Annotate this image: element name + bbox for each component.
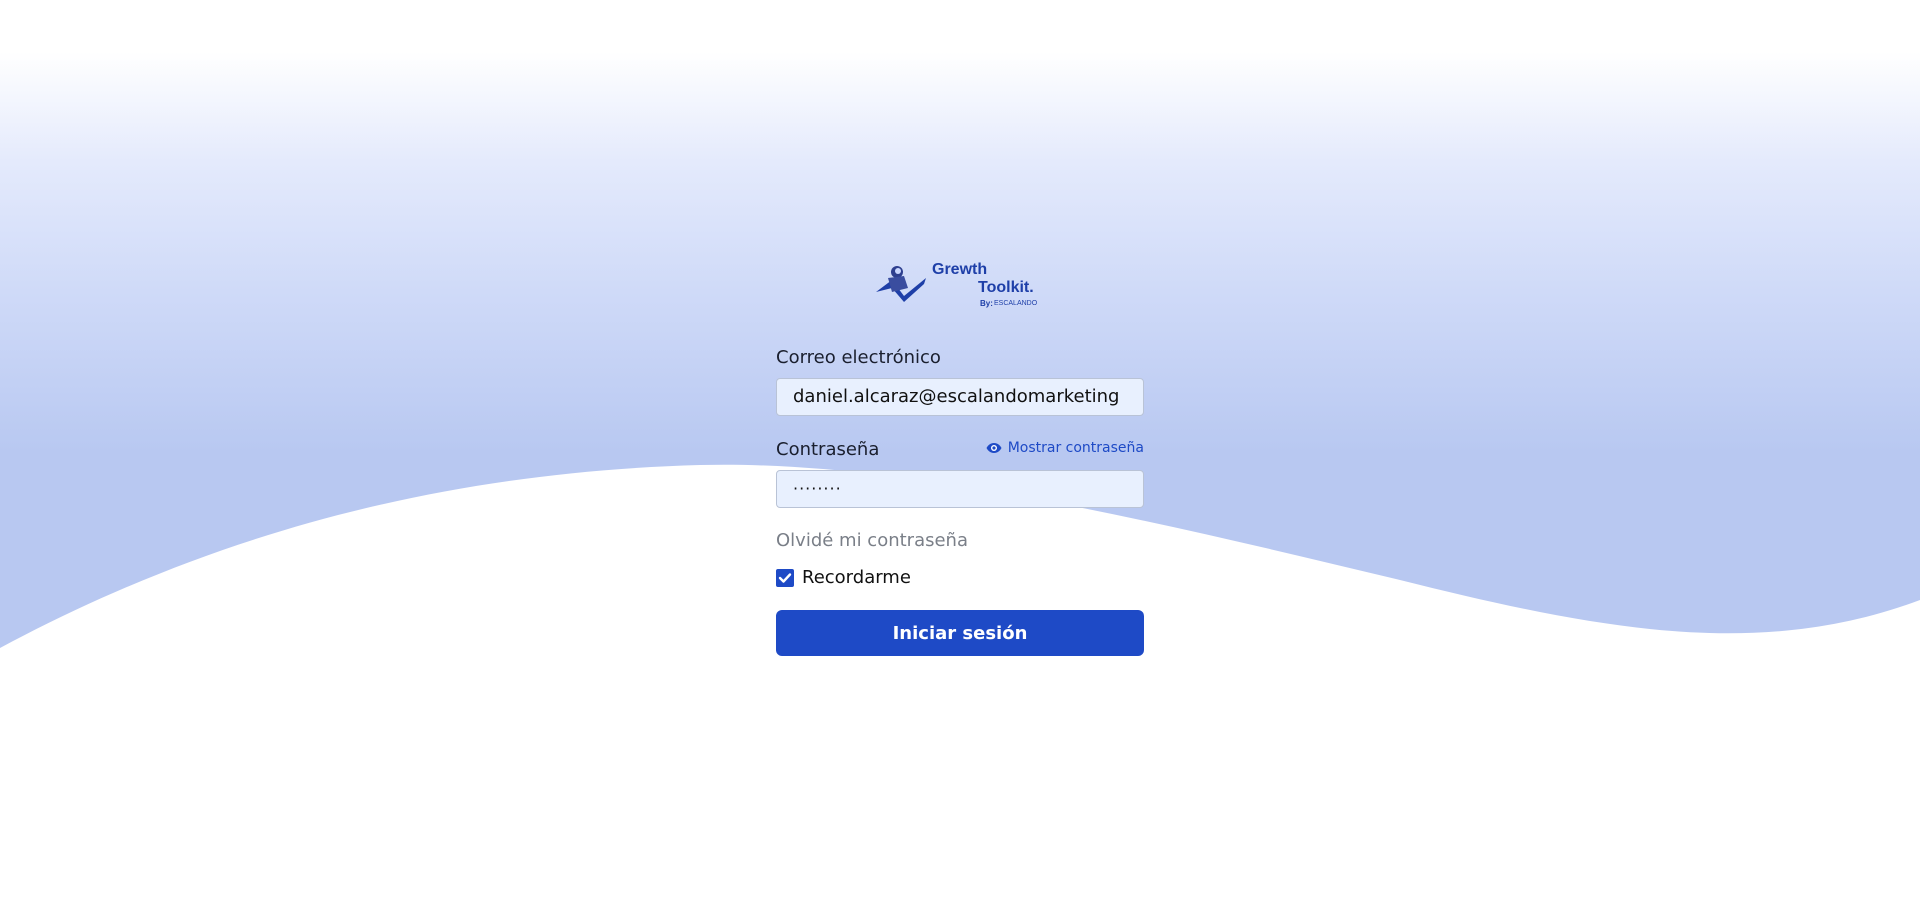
growth-toolkit-logo: Grewth Toolkit. By: ESCALANDO xyxy=(876,261,1038,308)
remember-me[interactable]: Recordarme xyxy=(776,567,911,588)
show-password-label: Mostrar contraseña xyxy=(1007,440,1144,456)
forgot-password-link[interactable]: Olvidé mi contraseña xyxy=(776,530,968,551)
check-icon xyxy=(778,572,792,583)
eye-icon xyxy=(986,443,1002,453)
show-password-button[interactable]: Mostrar contraseña xyxy=(986,440,1144,456)
password-field[interactable]: ········ xyxy=(776,470,1144,508)
svg-text:ESCALANDO: ESCALANDO xyxy=(994,300,1038,307)
email-field[interactable]: daniel.alcaraz@escalandomarketing xyxy=(776,378,1144,416)
remember-checkbox[interactable] xyxy=(776,568,794,587)
svg-text:Grewth: Grewth xyxy=(932,261,987,278)
login-button[interactable]: Iniciar sesión xyxy=(776,610,1144,656)
logo-astronaut-icon xyxy=(876,266,926,302)
svg-text:By:: By: xyxy=(980,299,993,308)
background-wave xyxy=(0,0,1920,648)
remember-label: Recordarme xyxy=(802,567,911,588)
svg-text:Toolkit.: Toolkit. xyxy=(978,279,1034,296)
email-label: Correo electrónico xyxy=(776,347,941,368)
password-label: Contraseña xyxy=(776,439,880,460)
